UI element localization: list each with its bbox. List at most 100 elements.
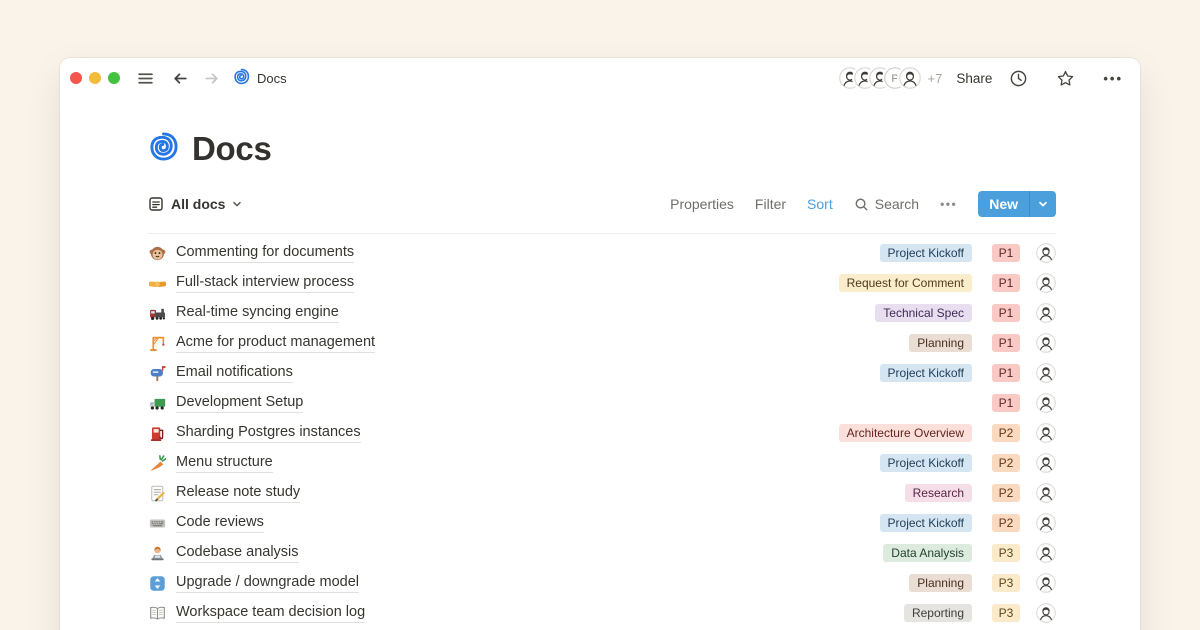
assignee-avatar[interactable] — [1036, 573, 1056, 593]
search-label: Search — [875, 196, 919, 212]
doc-priority-pill[interactable]: P2 — [992, 514, 1020, 532]
doc-tag-pill[interactable]: Project Kickoff — [880, 364, 972, 382]
memo-icon — [148, 484, 166, 502]
doc-title-link[interactable]: Code reviews — [176, 513, 264, 533]
doc-row[interactable]: Code reviews Project Kickoff P2 — [148, 508, 1056, 538]
doc-title-link[interactable]: Codebase analysis — [176, 543, 299, 563]
doc-tag-pill[interactable]: Project Kickoff — [880, 514, 972, 532]
assignee-avatar[interactable] — [1036, 333, 1056, 353]
new-doc-button-label[interactable]: New — [978, 191, 1029, 217]
assignee-avatar[interactable] — [1036, 453, 1056, 473]
zoom-window-button[interactable] — [108, 72, 120, 84]
doc-tag-pill[interactable]: Data Analysis — [883, 544, 972, 562]
doc-priority-pill[interactable]: P1 — [992, 274, 1020, 292]
doc-priority-pill[interactable]: P2 — [992, 484, 1020, 502]
view-switcher-all-docs[interactable]: All docs — [148, 196, 242, 212]
doc-row[interactable]: Commenting for documents Project Kickoff… — [148, 238, 1056, 268]
doc-priority-pill[interactable]: P1 — [992, 244, 1020, 262]
view-more-options-icon[interactable]: ••• — [940, 197, 957, 211]
doc-tag-pill[interactable]: Technical Spec — [875, 304, 972, 322]
filter-button[interactable]: Filter — [755, 196, 786, 212]
member-avatar-stack[interactable]: P — [839, 67, 921, 89]
doc-row[interactable]: Acme for product management Planning P1 — [148, 328, 1056, 358]
avatar-overflow-count[interactable]: +7 — [927, 71, 942, 86]
titlebar-doc-label[interactable]: Docs — [233, 68, 287, 88]
doc-priority-pill[interactable]: P1 — [992, 334, 1020, 352]
doc-row[interactable]: Codebase analysis Data Analysis P3 — [148, 538, 1056, 568]
doc-tag-pill[interactable]: Planning — [909, 334, 972, 352]
doc-title-link[interactable]: Full-stack interview process — [176, 273, 354, 293]
assignee-avatar[interactable] — [1036, 543, 1056, 563]
minimize-window-button[interactable] — [89, 72, 101, 84]
handshake-icon — [148, 274, 166, 292]
assignee-avatar[interactable] — [1036, 393, 1056, 413]
assignee-avatar[interactable] — [1036, 363, 1056, 383]
assignee-avatar[interactable] — [1036, 423, 1056, 443]
doc-priority-pill[interactable]: P1 — [992, 304, 1020, 322]
member-avatar[interactable] — [899, 67, 921, 89]
doc-priority-pill[interactable]: P3 — [992, 604, 1020, 622]
doc-priority-pill[interactable]: P1 — [992, 394, 1020, 412]
fuel-pump-icon — [148, 424, 166, 442]
doc-list-icon — [148, 196, 164, 212]
more-options-icon[interactable]: ••• — [1100, 68, 1126, 89]
new-doc-dropdown-caret[interactable] — [1029, 191, 1056, 217]
doc-title-link[interactable]: Commenting for documents — [176, 243, 354, 263]
doc-tag-pill[interactable]: Reporting — [904, 604, 972, 622]
assignee-avatar[interactable] — [1036, 513, 1056, 533]
view-toolbar: All docs Properties Filter Sort Search •… — [148, 190, 1056, 218]
new-doc-split-button[interactable]: New — [978, 191, 1056, 217]
sort-button[interactable]: Sort — [807, 196, 833, 212]
doc-row[interactable]: Real-time syncing engine Technical Spec … — [148, 298, 1056, 328]
doc-tag-pill[interactable]: Project Kickoff — [880, 454, 972, 472]
doc-priority-pill[interactable]: P3 — [992, 544, 1020, 562]
doc-title-link[interactable]: Upgrade / downgrade model — [176, 573, 359, 593]
assignee-avatar[interactable] — [1036, 303, 1056, 323]
doc-title-link[interactable]: Workspace team decision log — [176, 603, 365, 623]
doc-row[interactable]: Sharding Postgres instances Architecture… — [148, 418, 1056, 448]
doc-title-link[interactable]: Sharding Postgres instances — [176, 423, 361, 443]
hamburger-menu-icon[interactable] — [134, 67, 157, 90]
doc-row[interactable]: Workspace team decision log Reporting P3 — [148, 598, 1056, 628]
delivery-truck-icon — [148, 394, 166, 412]
close-window-button[interactable] — [70, 72, 82, 84]
search-icon — [854, 197, 869, 212]
doc-row[interactable]: Development Setup P1 — [148, 388, 1056, 418]
doc-title-link[interactable]: Menu structure — [176, 453, 273, 473]
assignee-avatar[interactable] — [1036, 603, 1056, 623]
doc-row[interactable]: Full-stack interview process Request for… — [148, 268, 1056, 298]
open-book-icon — [148, 604, 166, 622]
doc-title-link[interactable]: Email notifications — [176, 363, 293, 383]
assignee-avatar[interactable] — [1036, 483, 1056, 503]
doc-row[interactable]: Menu structure Project Kickoff P2 — [148, 448, 1056, 478]
doc-title-link[interactable]: Acme for product management — [176, 333, 375, 353]
doc-priority-pill[interactable]: P2 — [992, 454, 1020, 472]
svg-text:P: P — [892, 73, 899, 85]
back-arrow-icon[interactable] — [169, 67, 192, 90]
up-down-button-icon — [148, 574, 166, 592]
favorite-star-icon[interactable] — [1053, 66, 1078, 91]
doc-tag-pill[interactable]: Project Kickoff — [880, 244, 972, 262]
doc-priority-pill[interactable]: P1 — [992, 364, 1020, 382]
doc-priority-pill[interactable]: P3 — [992, 574, 1020, 592]
doc-row[interactable]: Email notifications Project Kickoff P1 — [148, 358, 1056, 388]
doc-title-link[interactable]: Development Setup — [176, 393, 303, 413]
doc-tag-pill[interactable]: Research — [905, 484, 972, 502]
doc-row[interactable]: Upgrade / downgrade model Planning P3 — [148, 568, 1056, 598]
forward-arrow-icon[interactable] — [200, 67, 223, 90]
doc-tag-pill[interactable]: Request for Comment — [839, 274, 972, 292]
doc-tag-pill[interactable]: Planning — [909, 574, 972, 592]
doc-row[interactable]: Release note study Research P2 — [148, 478, 1056, 508]
doc-title-link[interactable]: Real-time syncing engine — [176, 303, 339, 323]
assignee-avatar[interactable] — [1036, 243, 1056, 263]
properties-button[interactable]: Properties — [670, 196, 734, 212]
doc-tag-pill[interactable]: Architecture Overview — [839, 424, 972, 442]
history-clock-icon[interactable] — [1006, 66, 1031, 91]
doc-priority-pill[interactable]: P2 — [992, 424, 1020, 442]
search-button[interactable]: Search — [854, 196, 919, 212]
monkey-face-icon — [148, 244, 166, 262]
share-button[interactable]: Share — [956, 71, 992, 86]
doc-title-link[interactable]: Release note study — [176, 483, 300, 503]
assignee-avatar[interactable] — [1036, 273, 1056, 293]
keyboard-icon — [148, 514, 166, 532]
